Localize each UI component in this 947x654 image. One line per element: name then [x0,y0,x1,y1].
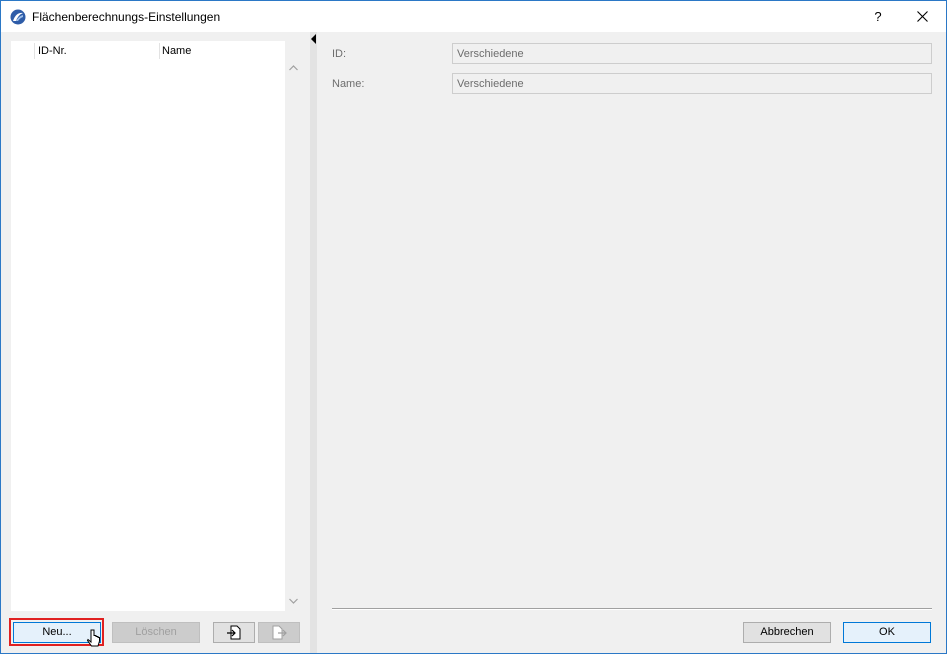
delete-button[interactable]: Löschen [112,622,200,643]
column-header-name[interactable]: Name [162,45,191,57]
dialog-window: Flächenberechnungs-Einstellungen ? ID-Nr… [0,0,947,654]
pane-splitter[interactable] [310,32,317,653]
ok-button[interactable]: OK [843,622,931,643]
mouse-pointer-icon [87,629,100,647]
id-label: ID: [332,48,347,60]
id-field[interactable] [452,43,932,64]
list-header: ID-Nr. Name [11,41,285,61]
column-divider[interactable] [159,43,160,59]
footer-divider [332,608,932,610]
name-field[interactable] [452,73,932,94]
help-button[interactable]: ? [863,5,893,29]
archicad-logo-icon [10,9,26,25]
export-button[interactable] [258,622,300,643]
window-title: Flächenberechnungs-Einstellungen [32,10,221,24]
column-divider[interactable] [34,43,35,59]
close-icon [916,11,928,22]
title-bar: Flächenberechnungs-Einstellungen ? [1,1,946,32]
collapse-left-icon[interactable] [311,34,317,44]
name-label: Name: [332,78,365,90]
cancel-button[interactable]: Abbrechen [743,622,831,643]
settings-list[interactable]: ID-Nr. Name [11,41,302,611]
column-header-id[interactable]: ID-Nr. [38,45,67,57]
export-icon [272,625,287,640]
import-button[interactable] [213,622,255,643]
list-scrollbar[interactable] [285,41,302,611]
scroll-down-icon[interactable] [285,593,302,610]
scroll-up-icon[interactable] [285,60,302,77]
close-button[interactable] [904,5,940,29]
import-icon [227,625,241,640]
